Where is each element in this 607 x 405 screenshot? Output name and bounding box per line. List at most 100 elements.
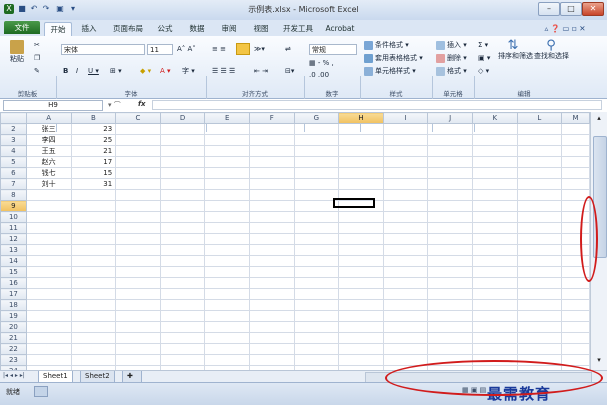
cell[interactable] [115, 134, 161, 146]
cell[interactable] [159, 310, 206, 322]
cell[interactable] [293, 277, 340, 289]
active-cell-h9[interactable] [333, 198, 375, 208]
cell[interactable] [516, 178, 563, 190]
cell[interactable] [248, 288, 295, 300]
cell[interactable] [115, 299, 161, 311]
cell[interactable] [471, 332, 518, 344]
cell[interactable] [293, 200, 340, 212]
scroll-up-icon[interactable]: ▴ [593, 114, 605, 124]
cell[interactable] [70, 343, 117, 355]
cell[interactable] [561, 332, 590, 344]
cell[interactable] [382, 321, 429, 333]
row-header[interactable]: 17 [0, 288, 27, 300]
cell[interactable] [293, 189, 340, 201]
cell[interactable] [471, 178, 518, 190]
column-header[interactable]: L [516, 112, 563, 124]
cell[interactable] [25, 299, 72, 311]
cell[interactable] [338, 299, 384, 311]
column-header[interactable]: A [25, 112, 72, 124]
cell[interactable] [427, 123, 473, 135]
cell[interactable] [204, 354, 250, 366]
underline-button[interactable]: U ▾ [88, 66, 99, 77]
cell[interactable] [159, 244, 206, 256]
cell[interactable] [471, 321, 518, 333]
cell[interactable] [248, 244, 295, 256]
fill-icon[interactable]: ▣ ▾ [478, 53, 490, 64]
cell[interactable] [70, 310, 117, 322]
cell[interactable] [70, 189, 117, 201]
cell[interactable] [427, 167, 473, 179]
cell[interactable] [70, 354, 117, 366]
merge-cells-icon[interactable]: ⊟▾ [285, 66, 294, 77]
cell[interactable] [427, 156, 473, 168]
indent-icon[interactable]: ⇤ ⇥ [254, 66, 268, 77]
cell[interactable] [248, 167, 295, 179]
cell[interactable] [382, 233, 429, 245]
cell[interactable] [159, 178, 206, 190]
cell[interactable] [516, 156, 563, 168]
cell[interactable] [159, 222, 206, 234]
minimize-button[interactable]: – [538, 2, 560, 16]
cell[interactable] [382, 211, 429, 223]
row-header[interactable]: 11 [0, 222, 27, 234]
cell[interactable] [204, 134, 250, 146]
row-header[interactable]: 13 [0, 244, 27, 256]
cell[interactable] [70, 244, 117, 256]
cell[interactable] [159, 266, 206, 278]
cell[interactable] [204, 145, 250, 157]
cell[interactable] [516, 299, 563, 311]
cell[interactable] [159, 321, 206, 333]
orientation-icon[interactable]: ≫▾ [254, 44, 265, 55]
cell[interactable] [115, 332, 161, 344]
cell[interactable] [25, 354, 72, 366]
cell[interactable] [471, 211, 518, 223]
font-size-select[interactable]: 11 [147, 44, 173, 55]
cell[interactable] [427, 200, 473, 212]
cell[interactable]: 31 [70, 178, 117, 190]
cell[interactable] [248, 332, 295, 344]
delete-cells-button[interactable]: 删除 ▾ [436, 53, 467, 64]
cell[interactable] [115, 255, 161, 267]
border-icon[interactable]: ⊞ ▾ [110, 66, 122, 77]
cell[interactable] [25, 244, 72, 256]
cell[interactable] [427, 277, 473, 289]
cell[interactable] [159, 343, 206, 355]
clear-icon[interactable]: ◇ ▾ [478, 66, 489, 77]
cell[interactable] [115, 167, 161, 179]
tab-file[interactable]: 文件 [4, 21, 40, 34]
cell[interactable] [25, 233, 72, 245]
cell[interactable] [427, 343, 473, 355]
cell[interactable] [204, 233, 250, 245]
cell[interactable] [561, 343, 590, 355]
cell[interactable] [561, 288, 590, 300]
cell[interactable] [471, 167, 518, 179]
cell[interactable] [427, 310, 473, 322]
cell[interactable] [338, 233, 384, 245]
wrap-text-icon[interactable]: ⇌ [285, 44, 291, 55]
column-header-selected[interactable]: H [338, 112, 384, 124]
cell[interactable] [427, 222, 473, 234]
cell[interactable] [516, 343, 563, 355]
format-painter-icon[interactable]: ✎ [34, 66, 40, 77]
tab-view[interactable]: 视图 [248, 22, 274, 35]
cell[interactable] [25, 200, 72, 212]
cell[interactable] [471, 123, 518, 135]
cell[interactable] [115, 189, 161, 201]
cell[interactable] [338, 255, 384, 267]
cell[interactable] [427, 266, 473, 278]
sheet-nav-icon[interactable]: |◂ ◂ ▸ ▸| [3, 372, 25, 379]
cell[interactable] [338, 354, 384, 366]
cell[interactable] [516, 266, 563, 278]
cell[interactable] [204, 343, 250, 355]
cell[interactable] [561, 156, 590, 168]
cell[interactable] [382, 277, 429, 289]
row-header[interactable]: 22 [0, 343, 27, 355]
cell[interactable] [248, 233, 295, 245]
cell[interactable] [204, 321, 250, 333]
tab-acrobat[interactable]: Acrobat [322, 22, 358, 35]
cell[interactable] [561, 123, 590, 135]
column-header[interactable]: G [293, 112, 340, 124]
row-header[interactable]: 6 [0, 167, 27, 179]
cell[interactable] [382, 288, 429, 300]
cell[interactable]: 钱七 [25, 167, 72, 179]
